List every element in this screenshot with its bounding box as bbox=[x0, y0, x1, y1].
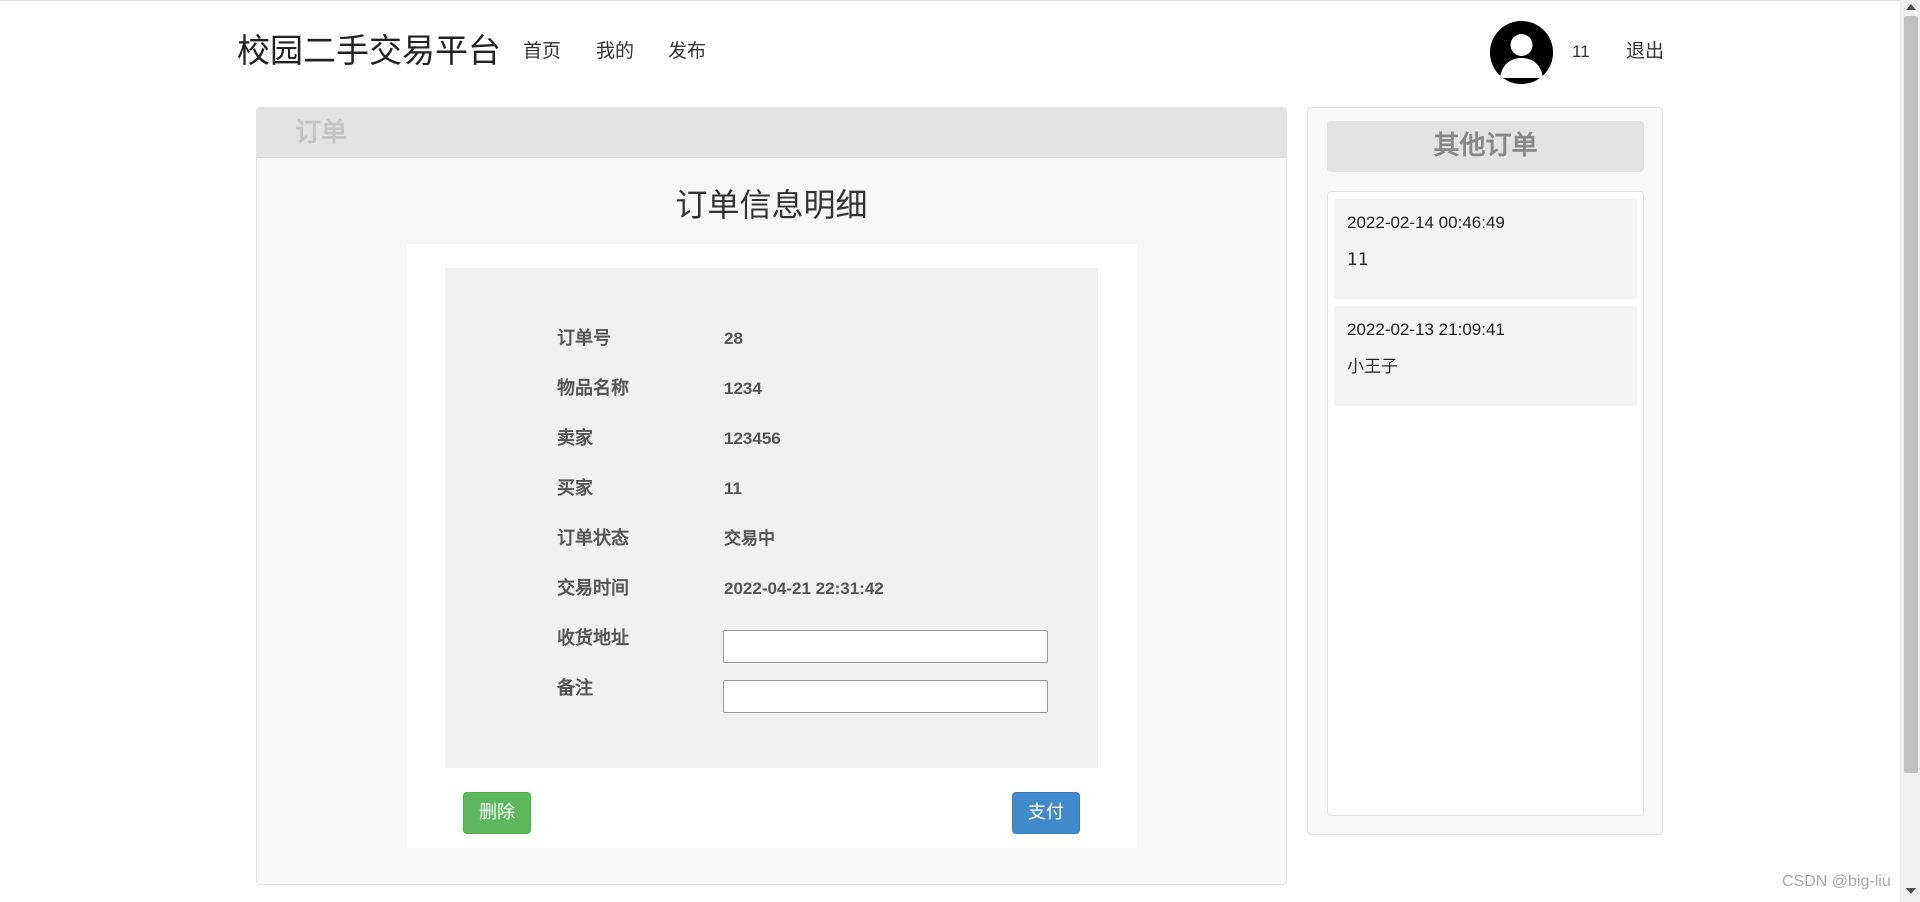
pay-button[interactable]: 支付 bbox=[1012, 792, 1080, 834]
order-detail-card: 订单号 28 物品名称 1234 卖家 123456 买家 11 订单状态 交易… bbox=[407, 244, 1137, 848]
nav-link-publish[interactable]: 发布 bbox=[668, 39, 706, 63]
trade-time-label: 交易时间 bbox=[557, 578, 629, 599]
nav-link-mine[interactable]: 我的 bbox=[596, 39, 634, 63]
other-orders-panel: 其他订单 2022-02-14 00:46:49 11 2022-02-13 2… bbox=[1307, 107, 1663, 835]
other-orders-title: 其他订单 bbox=[1327, 121, 1644, 172]
other-order-time: 2022-02-13 21:09:41 bbox=[1347, 320, 1505, 339]
other-order-user: 小王子 bbox=[1347, 357, 1398, 377]
username-label[interactable]: 11 bbox=[1572, 41, 1590, 63]
order-panel-header: 订单 bbox=[257, 108, 1286, 158]
seller-label: 卖家 bbox=[557, 428, 593, 449]
order-info-box: 订单号 28 物品名称 1234 卖家 123456 买家 11 订单状态 交易… bbox=[445, 268, 1098, 768]
buyer-value: 11 bbox=[724, 479, 742, 498]
other-order-user: 11 bbox=[1347, 250, 1369, 270]
order-panel-title: 订单 bbox=[295, 118, 348, 148]
trade-time-value: 2022-04-21 22:31:42 bbox=[724, 579, 884, 598]
other-order-item[interactable]: 2022-02-13 21:09:41 小王子 bbox=[1334, 306, 1637, 406]
vertical-scrollbar[interactable] bbox=[1900, 0, 1920, 902]
item-name-label: 物品名称 bbox=[557, 378, 629, 399]
navbar: 校园二手交易平台 首页 我的 发布 11 退出 bbox=[0, 1, 1900, 101]
address-label: 收货地址 bbox=[557, 628, 629, 649]
nav-link-home[interactable]: 首页 bbox=[523, 39, 561, 63]
other-orders-list: 2022-02-14 00:46:49 11 2022-02-13 21:09:… bbox=[1327, 191, 1644, 816]
delete-button[interactable]: 删除 bbox=[463, 792, 531, 834]
other-order-time: 2022-02-14 00:46:49 bbox=[1347, 213, 1505, 232]
seller-value: 123456 bbox=[724, 429, 781, 448]
scroll-thumb[interactable] bbox=[1904, 16, 1918, 773]
item-name-value: 1234 bbox=[724, 379, 762, 398]
order-number-value: 28 bbox=[724, 329, 743, 348]
scroll-up-icon[interactable] bbox=[1906, 4, 1916, 10]
order-panel: 订单 订单信息明细 订单号 28 物品名称 1234 卖家 123456 买家 … bbox=[256, 107, 1287, 885]
user-avatar-icon[interactable] bbox=[1490, 21, 1553, 84]
order-status-value: 交易中 bbox=[724, 529, 775, 548]
buyer-label: 买家 bbox=[557, 478, 593, 499]
order-detail-heading: 订单信息明细 bbox=[675, 186, 868, 224]
logout-link[interactable]: 退出 bbox=[1626, 39, 1664, 63]
order-status-label: 订单状态 bbox=[557, 528, 629, 549]
watermark: CSDN @big-liu bbox=[1782, 873, 1891, 890]
order-number-label: 订单号 bbox=[557, 328, 611, 349]
brand-title[interactable]: 校园二手交易平台 bbox=[237, 29, 501, 73]
remark-input[interactable] bbox=[723, 680, 1048, 713]
remark-label: 备注 bbox=[557, 678, 593, 699]
other-order-item[interactable]: 2022-02-14 00:46:49 11 bbox=[1334, 199, 1637, 299]
scroll-down-icon[interactable] bbox=[1906, 888, 1916, 894]
address-input[interactable] bbox=[723, 630, 1048, 663]
